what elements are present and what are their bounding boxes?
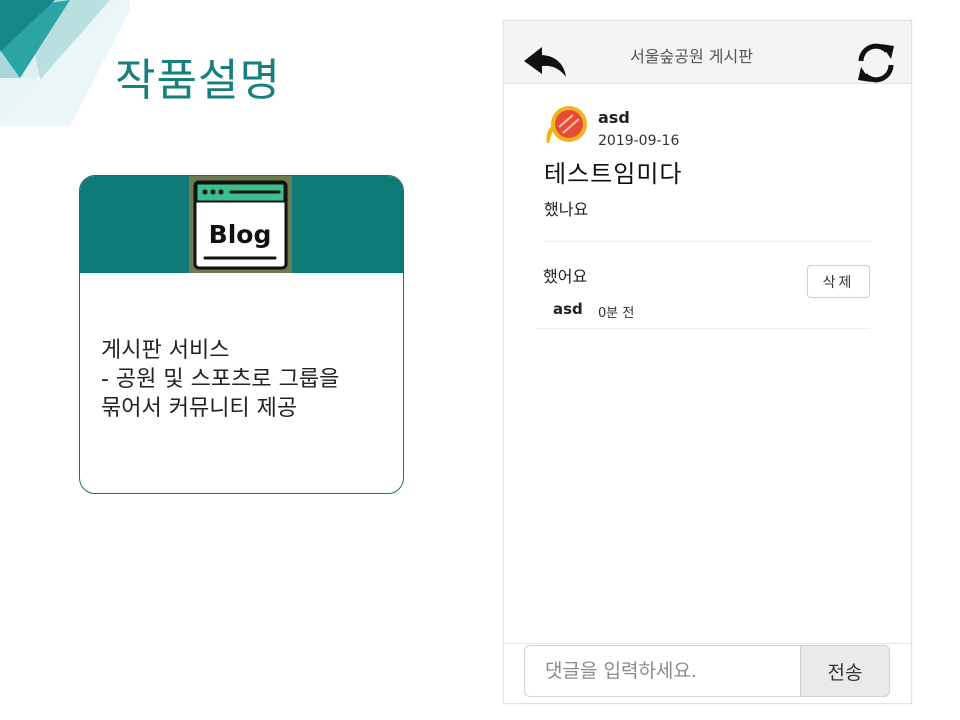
board-title: 서울숲공원 게시판 bbox=[630, 47, 753, 66]
send-button[interactable]: 전송 bbox=[800, 645, 890, 697]
footer-divider bbox=[504, 643, 911, 644]
post-author: asd bbox=[598, 108, 630, 127]
app-header: 서울숲공원 게시판 bbox=[504, 21, 911, 84]
post-divider bbox=[544, 241, 872, 242]
blog-icon: Blog bbox=[189, 176, 292, 273]
refresh-icon[interactable] bbox=[854, 41, 898, 85]
card-line-2: - 공원 및 스포츠로 그룹을 bbox=[101, 367, 340, 392]
comment-divider bbox=[536, 328, 870, 329]
card-description: 게시판 서비스 - 공원 및 스포츠로 그룹을 묶어서 커뮤니티 제공 bbox=[101, 336, 391, 423]
post-date: 2019-09-16 bbox=[598, 133, 680, 149]
app-screen: 서울숲공원 게시판 asd 2019-09-16 테스트임미다 했나요 했어요 … bbox=[503, 20, 912, 704]
comment-input[interactable] bbox=[524, 645, 800, 697]
comment-time: 0분 전 bbox=[598, 306, 635, 321]
post-title: 테스트임미다 bbox=[544, 160, 683, 188]
card-line-3: 묶어서 커뮤니티 제공 bbox=[101, 396, 298, 421]
corner-decoration bbox=[0, 0, 130, 126]
avatar bbox=[546, 106, 587, 143]
blog-icon-label: Blog bbox=[209, 220, 272, 249]
post-body: 했나요 bbox=[544, 200, 589, 219]
comment-text: 했어요 bbox=[543, 267, 588, 286]
slide-title: 작품설명 bbox=[115, 55, 281, 106]
comment-author: asd bbox=[553, 300, 583, 318]
delete-comment-button[interactable]: 삭제 bbox=[807, 265, 870, 298]
description-card: Blog 게시판 서비스 - 공원 및 스포츠로 그룹을 묶어서 커뮤니티 제공 bbox=[79, 175, 404, 494]
card-line-1: 게시판 서비스 bbox=[101, 338, 230, 363]
